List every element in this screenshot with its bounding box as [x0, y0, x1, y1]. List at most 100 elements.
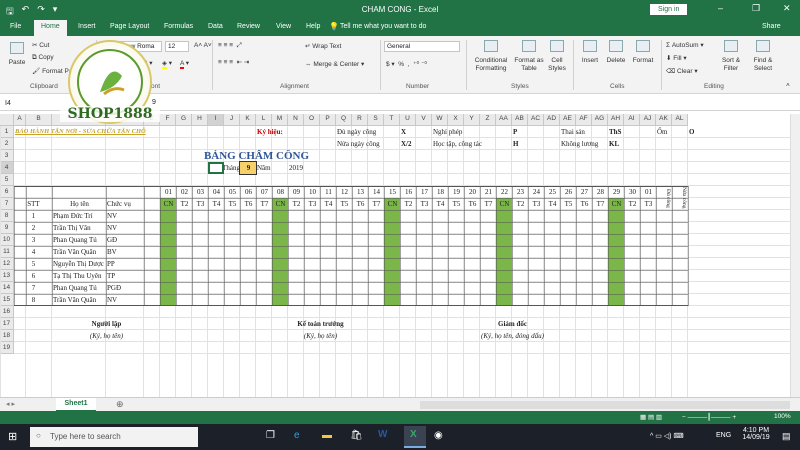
number-format-buttons[interactable]: $ ▾ % , ⁺⁰ ⁻⁰ — [386, 60, 427, 68]
column-header[interactable]: J — [224, 114, 240, 126]
word-icon[interactable]: W — [378, 429, 387, 440]
column-header[interactable]: AL — [672, 114, 688, 126]
row-header[interactable]: 3 — [0, 150, 14, 162]
clear-button[interactable]: ⌫ Clear ▾ — [666, 67, 698, 75]
clock[interactable]: 4:10 PM 14/09/19 — [740, 427, 772, 441]
row-header[interactable]: 1 — [0, 126, 14, 138]
tab-insert[interactable]: Insert — [78, 23, 96, 30]
column-header[interactable]: A — [14, 114, 26, 126]
cut-button[interactable]: ✂ Cut — [32, 41, 49, 49]
tell-me-search[interactable]: Tell me what you want to do — [340, 23, 426, 30]
grow-font-button[interactable]: A˄ A˅ — [194, 42, 212, 49]
vertical-scrollbar[interactable] — [790, 114, 800, 397]
tab-page-layout[interactable]: Page Layout — [110, 23, 149, 30]
column-header[interactable]: AF — [576, 114, 592, 126]
row-header[interactable]: 7 — [0, 198, 14, 210]
sort-filter-button[interactable]: Sort & Filter — [716, 40, 746, 73]
column-header[interactable]: I — [208, 114, 224, 126]
column-header[interactable]: B — [26, 114, 52, 126]
autosum-button[interactable]: Σ AutoSum ▾ — [666, 41, 704, 49]
minimize-button[interactable]: – — [718, 3, 723, 13]
tab-home[interactable]: Home — [34, 20, 67, 36]
align-left-buttons[interactable]: ≡ ≡ ≡ ⇤ ⇥ — [218, 58, 249, 66]
wrap-text-button[interactable]: ↵ Wrap Text — [305, 42, 341, 50]
column-header[interactable]: T — [384, 114, 400, 126]
delete-cells-button[interactable]: Delete — [604, 40, 628, 65]
store-icon[interactable]: 🛍 — [350, 430, 363, 441]
row-header[interactable]: 11 — [0, 246, 14, 258]
tab-view[interactable]: View — [276, 23, 291, 30]
notifications-icon[interactable]: ▤ — [782, 431, 791, 442]
row-header[interactable]: 19 — [0, 342, 14, 354]
column-header[interactable]: S — [368, 114, 384, 126]
row-header[interactable]: 10 — [0, 234, 14, 246]
sheet-tab-sheet1[interactable]: Sheet1 — [56, 398, 96, 412]
column-header[interactable]: AH — [608, 114, 624, 126]
row-header[interactable]: 13 — [0, 270, 14, 282]
formula-input[interactable]: 9 — [152, 99, 156, 106]
taskbar-search-box[interactable]: ○ Type here to search — [30, 427, 198, 447]
row-header[interactable]: 6 — [0, 186, 14, 198]
add-sheet-button[interactable]: ⊕ — [116, 399, 124, 410]
column-header[interactable]: AD — [544, 114, 560, 126]
close-button[interactable]: ✕ — [783, 3, 791, 14]
row-header[interactable]: 9 — [0, 222, 14, 234]
column-header[interactable]: Q — [336, 114, 352, 126]
column-header[interactable]: AG — [592, 114, 608, 126]
column-header[interactable]: AE — [560, 114, 576, 126]
column-header[interactable]: P — [320, 114, 336, 126]
paste-button[interactable]: Paste — [6, 42, 28, 67]
column-header[interactable]: AI — [624, 114, 640, 126]
zoom-slider[interactable]: − ———┃——— + — [682, 413, 736, 421]
edge-icon[interactable]: e — [294, 430, 300, 441]
system-tray-icons[interactable]: ^ ▭ ◁) ⌨ — [650, 432, 684, 440]
zoom-level[interactable]: 100% — [774, 413, 791, 420]
font-color-button[interactable]: A ▾ — [180, 59, 189, 69]
column-header[interactable]: U — [400, 114, 416, 126]
row-header[interactable]: 15 — [0, 294, 14, 306]
fill-color-button[interactable]: ◈ ▾ — [162, 59, 172, 69]
view-buttons[interactable]: ▦ ▤ ▥ — [640, 413, 662, 421]
find-select-button[interactable]: Find & Select — [748, 40, 778, 73]
row-header[interactable]: 8 — [0, 210, 14, 222]
row-header[interactable]: 16 — [0, 306, 14, 318]
font-size-select[interactable]: 12 — [165, 41, 189, 52]
row-header[interactable]: 2 — [0, 138, 14, 150]
sheet-nav-arrows[interactable]: ◂ ▸ — [6, 400, 15, 408]
input-language[interactable]: ENG — [716, 432, 731, 439]
fill-button[interactable]: ⬇ Fill ▾ — [666, 54, 687, 62]
sign-in-button[interactable]: Sign in — [650, 4, 688, 15]
row-header[interactable]: 12 — [0, 258, 14, 270]
column-header[interactable]: G — [176, 114, 192, 126]
file-explorer-icon[interactable]: ▬ — [322, 430, 332, 441]
number-format-select[interactable]: General — [384, 41, 460, 52]
tab-review[interactable]: Review — [237, 23, 260, 30]
format-as-table-button[interactable]: Format as Table — [513, 40, 545, 73]
chrome-icon[interactable]: ◉ — [434, 430, 443, 441]
row-header[interactable]: 5 — [0, 174, 14, 186]
tab-data[interactable]: Data — [208, 23, 223, 30]
column-header[interactable]: AB — [512, 114, 528, 126]
column-header[interactable]: AK — [656, 114, 672, 126]
column-header[interactable]: N — [288, 114, 304, 126]
column-header[interactable]: O — [304, 114, 320, 126]
column-header[interactable]: Y — [464, 114, 480, 126]
column-header[interactable]: H — [192, 114, 208, 126]
conditional-formatting-button[interactable]: Conditional Formatting — [470, 40, 512, 73]
merge-center-button[interactable]: ⇔ Merge & Center ▾ — [305, 60, 364, 68]
align-top-buttons[interactable]: ≡ ≡ ≡ ⤢ — [218, 42, 242, 50]
row-header[interactable]: 18 — [0, 330, 14, 342]
column-header[interactable]: F — [160, 114, 176, 126]
tab-file[interactable]: File — [10, 23, 21, 30]
row-header[interactable]: 17 — [0, 318, 14, 330]
month-value[interactable]: 9 — [239, 161, 257, 175]
column-header[interactable]: AJ — [640, 114, 656, 126]
restore-button[interactable]: ❐ — [752, 3, 760, 14]
column-header[interactable]: W — [432, 114, 448, 126]
windows-start-icon[interactable]: ⊞ — [8, 430, 17, 443]
insert-cells-button[interactable]: Insert — [578, 40, 602, 65]
column-header[interactable]: Z — [480, 114, 496, 126]
tab-formulas[interactable]: Formulas — [164, 23, 193, 30]
worksheet-grid[interactable]: ABCDEFGHIJKLMNOPQRSTUVWXYZAAABACADAEAFAG… — [0, 114, 790, 397]
column-header[interactable]: K — [240, 114, 256, 126]
